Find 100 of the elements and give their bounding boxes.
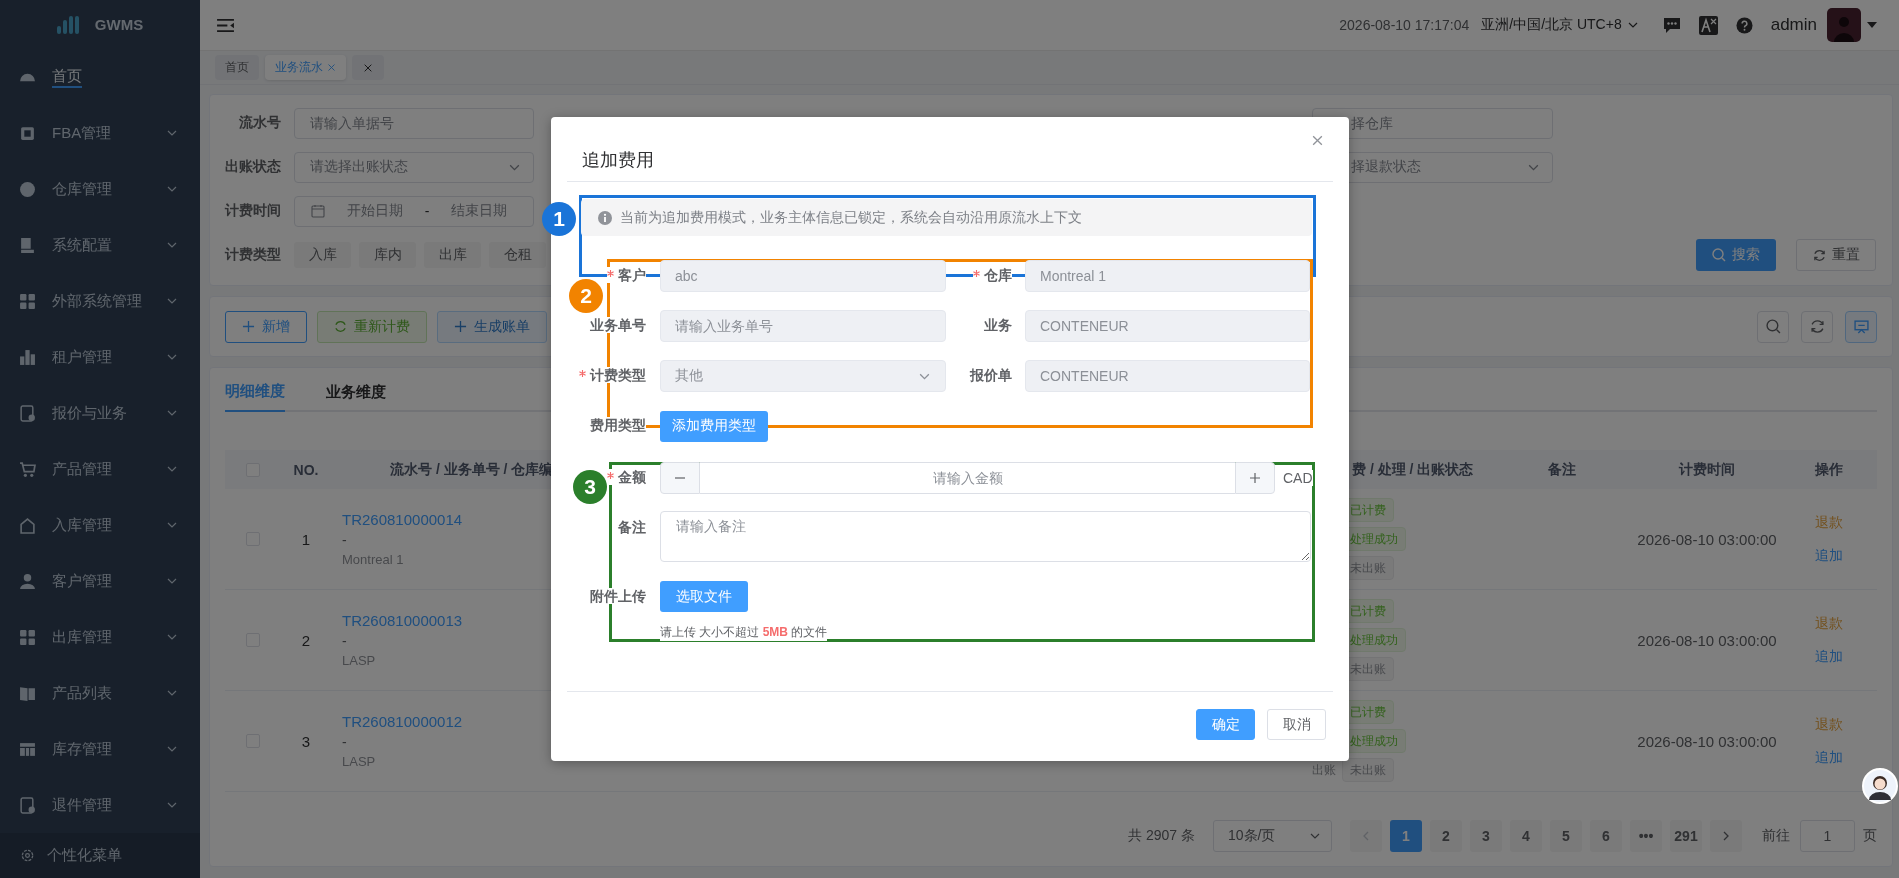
form-label: 费用类型	[590, 417, 646, 433]
sidebar-item[interactable]: FBA管理	[0, 105, 200, 161]
view-tab[interactable]: 明细维度	[225, 372, 285, 412]
action-link[interactable]: 退款	[1814, 513, 1843, 532]
field-label: 出账状态	[224, 158, 281, 176]
increment-button[interactable]	[1235, 462, 1275, 494]
sidebar-item[interactable]: 入库管理	[0, 497, 200, 553]
business-number: -	[342, 532, 347, 548]
assistant-avatar-icon[interactable]	[1862, 768, 1898, 804]
reset-button[interactable]: 重置	[1796, 239, 1876, 271]
row-number: 1	[301, 530, 311, 548]
confirm-button[interactable]: 确定	[1196, 709, 1255, 740]
next-page-button[interactable]	[1710, 820, 1742, 852]
page-tab[interactable]: 首页	[215, 55, 259, 80]
plus-icon	[454, 320, 467, 333]
toolbar-icon-button[interactable]	[1757, 310, 1789, 343]
sidebar-item[interactable]: 产品列表	[0, 665, 200, 721]
avatar-icon[interactable]	[1827, 8, 1861, 42]
view-tab[interactable]: 业务维度	[326, 372, 386, 412]
select-field[interactable]: 请选择出账状态	[294, 151, 534, 183]
square-icon	[19, 124, 36, 142]
fee-type-button[interactable]: 出库	[424, 242, 481, 268]
billing-time: 2026-08-10 03:00:00	[1637, 530, 1777, 548]
grid-icon	[19, 628, 36, 646]
form-label: 计费类型	[579, 367, 646, 383]
form-label: 业务单号	[590, 317, 646, 333]
column-header: 计费时间	[1679, 460, 1735, 479]
billing-time: 2026-08-10 03:00:00	[1637, 732, 1777, 750]
action-link[interactable]: 追加	[1814, 546, 1843, 565]
fee-type-button[interactable]: 库内	[359, 242, 416, 268]
range-separator: -	[424, 203, 430, 219]
sidebar-item[interactable]: 退件管理	[0, 777, 200, 833]
search-icon	[1712, 248, 1726, 262]
page-button[interactable]: 5	[1550, 820, 1582, 852]
cart-icon	[19, 460, 36, 478]
action-link[interactable]: 追加	[1814, 748, 1843, 767]
timezone-dropdown[interactable]: 亚洲/中国/北京 UTC+8	[1481, 16, 1639, 34]
sidebar-item[interactable]: 系统配置	[0, 217, 200, 273]
input-field[interactable]: 请输入单据号	[294, 107, 534, 139]
action-link[interactable]: 追加	[1814, 647, 1843, 666]
page-button[interactable]: 6	[1590, 820, 1622, 852]
action-link[interactable]: 退款	[1814, 614, 1843, 633]
add-fee-type-button[interactable]: 添加费用类型	[660, 410, 768, 442]
form-label: 客户	[607, 267, 646, 283]
form-label: 仓库	[973, 267, 1012, 283]
page-button[interactable]: 2	[1430, 820, 1462, 852]
action-link[interactable]: 退款	[1814, 715, 1843, 734]
customize-menu-button[interactable]: 个性化菜单	[0, 833, 200, 878]
menu-icon[interactable]	[216, 17, 235, 33]
page-size-select[interactable]: 10条/页	[1213, 820, 1332, 852]
page-button[interactable]: 3	[1470, 820, 1502, 852]
sidebar-item[interactable]: 首页	[0, 49, 200, 105]
page-suffix: 页	[1863, 827, 1877, 845]
annotation-badge: 2	[569, 279, 603, 313]
toolbar-icon-button[interactable]	[1845, 310, 1877, 343]
info-notice: 当前为追加费用模式，业务主体信息已锁定，系统会自动沿用原流水上下文	[581, 199, 1312, 236]
currency-label: CAD	[1283, 470, 1313, 486]
sidebar-item[interactable]: 仓库管理	[0, 161, 200, 217]
page-button[interactable]: 291	[1670, 820, 1702, 852]
help-icon[interactable]	[1735, 16, 1753, 34]
caret-down-icon[interactable]	[1867, 22, 1877, 28]
sidebar-item[interactable]: 外部系统管理	[0, 273, 200, 329]
date-range-field[interactable]: 开始日期 - 结束日期	[294, 195, 534, 227]
goto-label: 前往	[1762, 827, 1790, 845]
close-icon[interactable]	[1311, 134, 1324, 147]
choose-file-button[interactable]: 选取文件	[660, 581, 748, 612]
sidebar-item[interactable]: 报价与业务	[0, 385, 200, 441]
chat-bubble-icon[interactable]	[1662, 16, 1681, 34]
calendar-icon	[311, 204, 325, 218]
serial-number-link[interactable]: TR260810000013	[342, 612, 463, 629]
sidebar-item[interactable]: 产品管理	[0, 441, 200, 497]
field-label: 计费类型	[223, 246, 281, 264]
page-button[interactable]: 4	[1510, 820, 1542, 852]
toolbar-icon-button[interactable]	[1801, 310, 1833, 343]
decrement-button[interactable]	[660, 462, 700, 494]
sidebar-item[interactable]: 客户管理	[0, 553, 200, 609]
page-tab[interactable]: 业务流水	[265, 55, 346, 80]
page-number-input[interactable]: 1	[1800, 820, 1855, 852]
serial-number-link[interactable]: TR260810000012	[342, 713, 463, 730]
sidebar-item[interactable]: 租户管理	[0, 329, 200, 385]
serial-number-link[interactable]: TR260810000014	[342, 511, 463, 528]
toolbar-button[interactable]: 新增	[225, 310, 307, 343]
column-header: 操作	[1814, 460, 1843, 479]
page-button[interactable]: 1	[1390, 820, 1422, 852]
refresh-icon	[334, 320, 347, 333]
cancel-button[interactable]: 取消	[1267, 709, 1326, 740]
search-button[interactable]: 搜索	[1696, 239, 1776, 271]
column-header: NO.	[293, 461, 319, 478]
sidebar-item[interactable]: 出库管理	[0, 609, 200, 665]
page-button[interactable]: •••	[1630, 820, 1662, 852]
person-icon	[19, 572, 36, 590]
translate-icon[interactable]	[1698, 15, 1718, 35]
fee-type-button[interactable]: 仓租	[489, 242, 546, 268]
sidebar-item[interactable]: 库存管理	[0, 721, 200, 777]
remark-field[interactable]: 请输入备注	[660, 511, 1311, 562]
amount-input[interactable]: 请输入金额	[700, 462, 1235, 494]
book-icon	[19, 684, 36, 702]
ledger-icon	[19, 236, 36, 254]
bar-chart-icon	[19, 348, 36, 366]
fee-type-button[interactable]: 入库	[294, 242, 351, 268]
